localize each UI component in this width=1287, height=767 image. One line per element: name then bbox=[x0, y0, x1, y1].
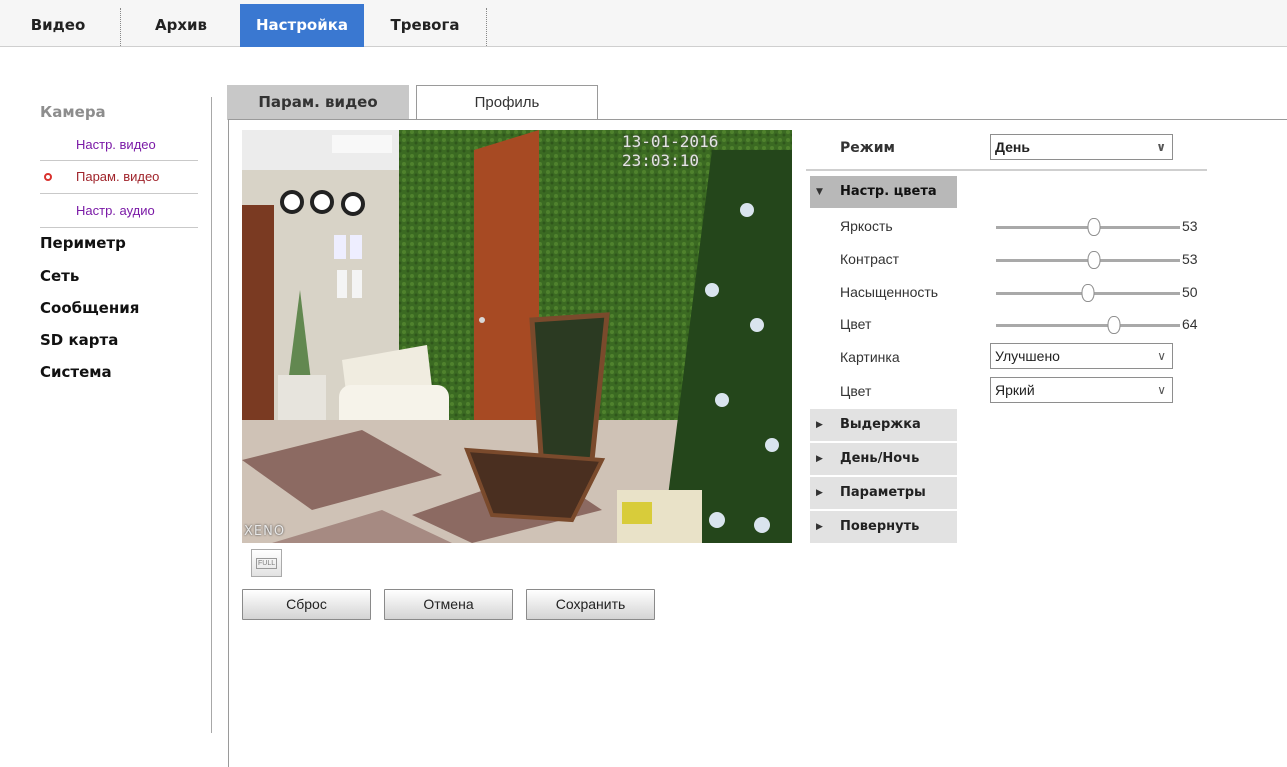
brightness-value: 53 bbox=[1182, 218, 1198, 234]
slider-label-saturation: Насыщенность bbox=[840, 284, 939, 300]
contrast-slider[interactable] bbox=[996, 251, 1180, 269]
mode-select[interactable]: День ∨ bbox=[990, 134, 1173, 160]
section-label: Повернуть bbox=[840, 519, 920, 534]
divider bbox=[806, 169, 1207, 171]
sidebar-item-system[interactable]: Система bbox=[40, 363, 112, 381]
chevron-down-icon: ∨ bbox=[1156, 140, 1166, 154]
sidebar-item-audio-setup[interactable]: Настр. аудио bbox=[40, 195, 198, 227]
tab-settings[interactable]: Настройка bbox=[240, 4, 364, 47]
picture-select[interactable]: Улучшено ∨ bbox=[990, 343, 1173, 369]
video-timestamp: 13-01-2016 23:03:10 bbox=[622, 132, 719, 170]
sidebar-item-messages[interactable]: Сообщения bbox=[40, 299, 139, 317]
caret-down-icon: ▼ bbox=[816, 187, 823, 197]
sidebar-item-perimeter[interactable]: Периметр bbox=[40, 234, 126, 252]
slider-thumb[interactable] bbox=[1081, 284, 1095, 302]
video-watermark: XENO bbox=[244, 524, 286, 539]
slider-thumb[interactable] bbox=[1107, 316, 1121, 334]
sidebar-item-video-params[interactable]: Парам. видео bbox=[40, 161, 198, 193]
color-select-value: Яркий bbox=[995, 382, 1035, 398]
caret-right-icon: ▶ bbox=[816, 488, 823, 498]
mode-select-value: День bbox=[995, 139, 1030, 155]
divider bbox=[40, 227, 198, 228]
active-marker-icon bbox=[44, 173, 52, 181]
fullscreen-icon: FULL bbox=[256, 558, 278, 569]
slider-thumb[interactable] bbox=[1087, 218, 1101, 236]
save-button[interactable]: Сохранить bbox=[526, 589, 655, 620]
slider-label-hue: Цвет bbox=[840, 316, 872, 332]
hue-value: 64 bbox=[1182, 316, 1198, 332]
slider-label-contrast: Контраст bbox=[840, 251, 900, 267]
slider-label-brightness: Яркость bbox=[840, 218, 893, 234]
sidebar-item-network[interactable]: Сеть bbox=[40, 267, 79, 285]
section-label: Выдержка bbox=[840, 417, 921, 432]
section-day-night[interactable]: ▶ День/Ночь bbox=[810, 443, 957, 475]
hue-slider[interactable] bbox=[996, 316, 1180, 334]
sidebar-item-label: Парам. видео bbox=[76, 169, 160, 184]
sidebar-item-video-setup[interactable]: Настр. видео bbox=[40, 129, 198, 161]
caret-right-icon: ▶ bbox=[816, 420, 823, 430]
saturation-slider[interactable] bbox=[996, 284, 1180, 302]
picture-select-value: Улучшено bbox=[995, 348, 1060, 364]
saturation-value: 50 bbox=[1182, 284, 1198, 300]
sidebar-divider bbox=[211, 97, 212, 733]
chevron-down-icon: ∨ bbox=[1157, 383, 1166, 397]
picture-label: Картинка bbox=[840, 349, 900, 365]
tab-profile[interactable]: Профиль bbox=[416, 85, 598, 120]
tab-alarm[interactable]: Тревога bbox=[372, 4, 478, 47]
sidebar-group-camera[interactable]: Камера bbox=[40, 103, 106, 121]
reset-button[interactable]: Сброс bbox=[242, 589, 371, 620]
color-select[interactable]: Яркий ∨ bbox=[990, 377, 1173, 403]
caret-right-icon: ▶ bbox=[816, 522, 823, 532]
sidebar-item-label: Настр. видео bbox=[76, 137, 156, 152]
section-label: Настр. цвета bbox=[840, 184, 937, 199]
cancel-button[interactable]: Отмена bbox=[384, 589, 513, 620]
tab-archive[interactable]: Архив bbox=[136, 4, 226, 47]
brightness-slider[interactable] bbox=[996, 218, 1180, 236]
section-exposure[interactable]: ▶ Выдержка bbox=[810, 409, 957, 441]
caret-right-icon: ▶ bbox=[816, 454, 823, 464]
mode-label: Режим bbox=[840, 140, 895, 156]
fullscreen-button[interactable]: FULL bbox=[251, 549, 282, 577]
slider-thumb[interactable] bbox=[1087, 251, 1101, 269]
section-color-settings[interactable]: ▼ Настр. цвета bbox=[810, 176, 957, 208]
sidebar-item-sd-card[interactable]: SD карта bbox=[40, 331, 118, 349]
top-nav-bar: Видео Архив Настройка Тревога bbox=[0, 0, 1287, 47]
chevron-down-icon: ∨ bbox=[1157, 349, 1166, 363]
tab-video[interactable]: Видео bbox=[18, 4, 98, 47]
tab-video-params[interactable]: Парам. видео bbox=[227, 85, 409, 120]
video-preview[interactable]: 13-01-2016 23:03:10 XENO bbox=[242, 130, 792, 543]
camera-scene-image bbox=[242, 130, 792, 543]
divider bbox=[40, 193, 198, 194]
section-parameters[interactable]: ▶ Параметры bbox=[810, 477, 957, 509]
section-label: День/Ночь bbox=[840, 451, 920, 466]
section-label: Параметры bbox=[840, 485, 926, 500]
sidebar-item-label: Настр. аудио bbox=[76, 203, 155, 218]
contrast-value: 53 bbox=[1182, 251, 1198, 267]
tab-separator bbox=[486, 8, 487, 46]
color-label: Цвет bbox=[840, 383, 872, 399]
section-rotate[interactable]: ▶ Повернуть bbox=[810, 511, 957, 543]
tab-separator bbox=[120, 8, 121, 46]
